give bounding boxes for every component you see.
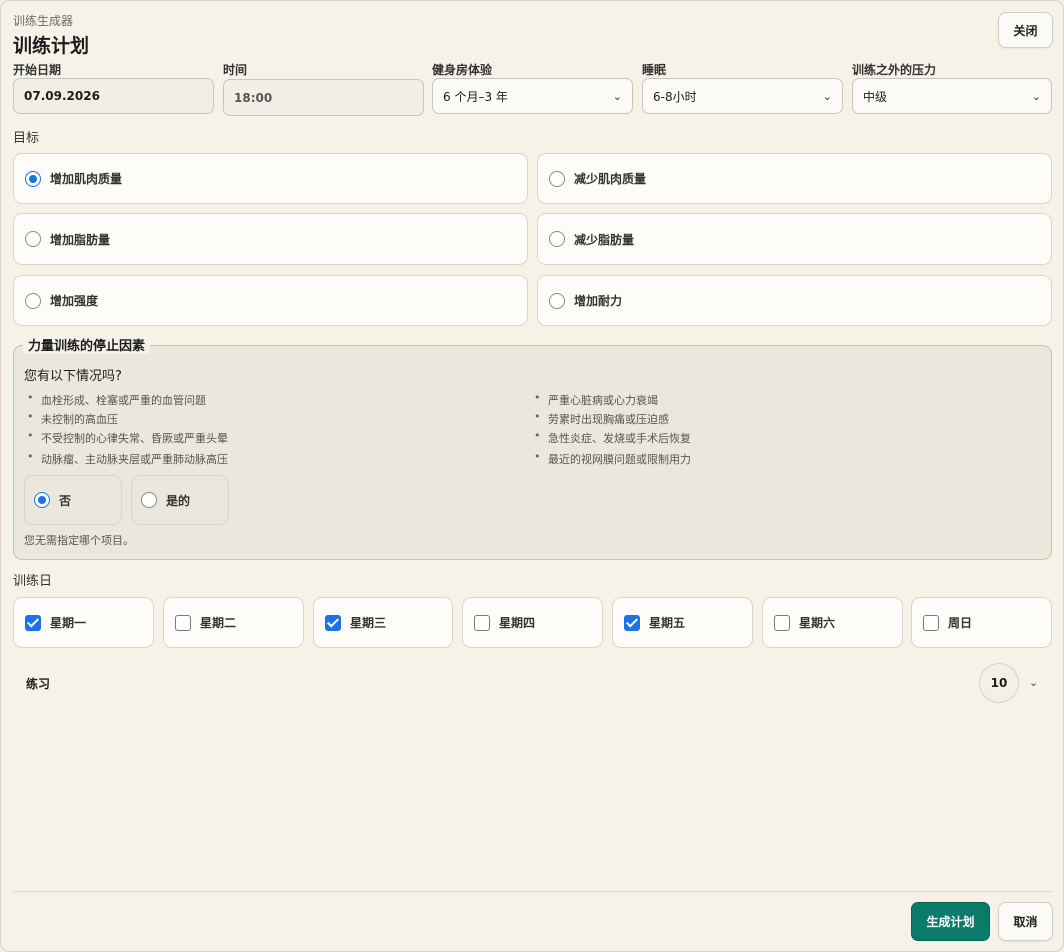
day-label: 星期二 (200, 616, 237, 630)
footer-divider (13, 891, 1052, 892)
chevron-down-icon: ⌄ (1031, 89, 1041, 103)
goal-option[interactable]: 减少肌肉质量 (537, 153, 1052, 204)
radio-button[interactable] (549, 292, 565, 309)
day-label: 周日 (948, 616, 973, 630)
goal-label: 减少肌肉质量 (574, 172, 647, 186)
app-name: 训练生成器 (13, 14, 74, 28)
gym-experience-label: 健身房体验 (432, 63, 493, 77)
radio-button[interactable] (25, 170, 41, 187)
dialog-title: 训练计划 (13, 35, 90, 57)
radio-button[interactable] (25, 231, 41, 247)
day-option[interactable]: 星期二 (163, 597, 304, 648)
goal-option[interactable]: 增加肌肉质量 (13, 153, 528, 204)
goal-label: 增加肌肉质量 (50, 172, 123, 186)
stress-value: 中级 (863, 89, 888, 104)
training-days-label: 训练日 (13, 574, 53, 589)
gym-experience-select[interactable]: 6 个月–3 年 ⌄ (432, 78, 633, 114)
chevron-down-icon[interactable]: ⌄ (1029, 676, 1038, 689)
sleep-label: 睡眠 (642, 63, 667, 77)
checkbox[interactable] (25, 614, 41, 631)
stop-factor-yes-option[interactable]: 是的 (131, 475, 229, 525)
goals-label: 目标 (13, 131, 40, 146)
radio-button[interactable] (549, 231, 565, 247)
stop-factors-legend: 力量训练的停止因素 (23, 335, 151, 354)
stop-factor-no-option[interactable]: 否 (24, 475, 122, 525)
goal-option[interactable]: 增加耐力 (537, 275, 1052, 326)
chevron-down-icon: ⌄ (612, 89, 622, 103)
checkbox[interactable] (325, 614, 341, 631)
checkbox[interactable] (923, 614, 939, 631)
chevron-down-icon: ⌄ (822, 89, 832, 103)
time-input[interactable]: 18:00 (223, 79, 424, 116)
day-option[interactable]: 星期一 (13, 597, 154, 648)
stress-select[interactable]: 中级 ⌄ (852, 78, 1052, 114)
checkbox[interactable] (624, 614, 640, 631)
day-option[interactable]: 星期五 (612, 597, 753, 648)
checkbox[interactable] (774, 614, 790, 631)
day-option[interactable]: 星期四 (462, 597, 603, 648)
sleep-value: 6-8小时 (653, 89, 697, 104)
day-option[interactable]: 星期六 (762, 597, 903, 648)
gym-experience-value: 6 个月–3 年 (443, 89, 508, 104)
goal-label: 增加强度 (50, 294, 99, 308)
yes-label: 是的 (166, 493, 191, 508)
day-option[interactable]: 周日 (911, 597, 1052, 648)
goal-option[interactable]: 增加强度 (13, 275, 528, 326)
close-button[interactable]: 关闭 (998, 12, 1053, 48)
radio-button[interactable] (25, 292, 41, 309)
no-label: 否 (59, 493, 72, 508)
goal-label: 增加脂肪量 (50, 232, 111, 247)
exercises-label: 练习 (26, 677, 51, 691)
day-label: 星期六 (799, 616, 836, 630)
radio-button[interactable] (141, 492, 157, 508)
checkbox[interactable] (474, 614, 490, 631)
start-date-label: 开始日期 (13, 63, 62, 77)
day-option[interactable]: 星期三 (313, 597, 453, 648)
goal-label: 减少脂肪量 (574, 232, 635, 247)
goal-label: 增加耐力 (574, 294, 623, 308)
stop-factors-question: 您有以下情况吗? (24, 369, 122, 384)
day-label: 星期一 (50, 616, 87, 630)
exercise-count-badge[interactable]: 10 (979, 663, 1019, 703)
radio-button[interactable] (34, 492, 50, 508)
condition-item: 劳累时出现胸痛或压迫感 (531, 410, 669, 427)
radio-button[interactable] (549, 170, 565, 187)
stop-factors-hint: 您无需指定哪个项目。 (24, 534, 134, 547)
condition-item: 最近的视网膜问题或限制用力 (531, 450, 691, 467)
goal-option[interactable]: 增加脂肪量 (13, 213, 528, 265)
day-label: 星期五 (649, 616, 686, 630)
training-plan-dialog: 训练生成器 训练计划 关闭 开始日期 07.09.2026 时间 18:00 健… (0, 0, 1064, 952)
time-label: 时间 (223, 63, 248, 77)
day-label: 星期四 (499, 616, 536, 630)
condition-item: 血栓形成、栓塞或严重的血管问题 (24, 391, 206, 408)
start-date-input[interactable]: 07.09.2026 (13, 78, 214, 114)
goal-option[interactable]: 减少脂肪量 (537, 213, 1052, 265)
condition-item: 不受控制的心律失常、昏厥或严重头晕 (24, 429, 228, 446)
sleep-select[interactable]: 6-8小时 ⌄ (642, 78, 843, 114)
generate-plan-button[interactable]: 生成计划 (911, 902, 990, 941)
checkbox[interactable] (175, 614, 191, 631)
cancel-button[interactable]: 取消 (998, 902, 1053, 941)
condition-item: 急性炎症、发烧或手术后恢复 (531, 429, 691, 446)
day-label: 星期三 (350, 616, 387, 630)
stress-label: 训练之外的压力 (852, 63, 937, 77)
condition-item: 严重心脏病或心力衰竭 (531, 391, 658, 408)
condition-item: 动脉瘤、主动脉夹层或严重肺动脉高压 (24, 450, 228, 467)
condition-item: 未控制的高血压 (24, 410, 118, 427)
